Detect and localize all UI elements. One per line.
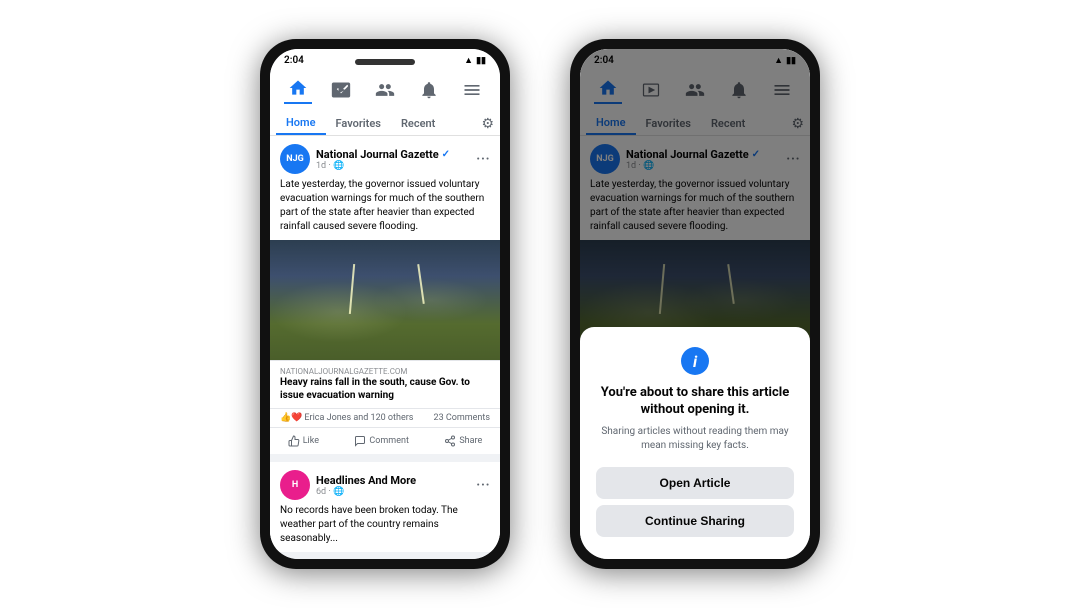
modal-sheet: i You're about to share this article wit… xyxy=(580,327,810,559)
modal-info-icon: i xyxy=(681,347,709,375)
time-left: 2:04 xyxy=(284,55,304,66)
post-meta-2: Headlines And More 6d · 🌐 xyxy=(316,474,470,497)
post-more-2[interactable]: ··· xyxy=(476,475,490,496)
reaction-icons-1: 👍❤️ Erica Jones and 120 others xyxy=(280,413,413,423)
modal-title: You're about to share this article witho… xyxy=(596,385,794,419)
status-bar-left: 2:04 ▲ ▮▮ xyxy=(270,49,500,70)
nav-video-icon[interactable] xyxy=(327,76,355,104)
navbar-left: Home Favorites Recent ⚙ xyxy=(270,70,500,136)
phone-left: 2:04 ▲ ▮▮ xyxy=(260,39,510,569)
verified-icon-1: ✓ xyxy=(442,149,450,160)
tab-favorites-left[interactable]: Favorites xyxy=(326,113,391,134)
post-author-2: Headlines And More xyxy=(316,474,470,487)
filter-icon-left[interactable]: ⚙ xyxy=(481,116,494,132)
post-reactions-1: 👍❤️ Erica Jones and 120 others 23 Commen… xyxy=(270,408,500,427)
post-link-title-1[interactable]: Heavy rains fall in the south, cause Gov… xyxy=(280,376,490,402)
post-text-1: Late yesterday, the governor issued volu… xyxy=(270,178,500,240)
post-actions-1: Like Comment Share xyxy=(270,427,500,454)
nav-people-icon[interactable] xyxy=(371,76,399,104)
post-link-source-1: NATIONALJOURNALGAZETTE.COM xyxy=(280,367,490,376)
nav-menu-icon[interactable] xyxy=(458,76,486,104)
avatar-njg-left: NJG xyxy=(280,144,310,174)
phone-right: 2:04 ▲ ▮▮ xyxy=(570,39,820,569)
tab-recent-left[interactable]: Recent xyxy=(391,113,445,134)
post-more-1[interactable]: ··· xyxy=(476,149,490,170)
tab-home-left[interactable]: Home xyxy=(276,112,326,135)
like-button-1[interactable]: Like xyxy=(280,432,327,450)
nav-icons-left xyxy=(276,70,494,108)
comment-button-1[interactable]: Comment xyxy=(346,432,416,450)
avatar-ham: H xyxy=(280,470,310,500)
post-meta-1: National Journal Gazette ✓ 1d · 🌐 xyxy=(316,148,470,171)
nav-bell-icon[interactable] xyxy=(415,76,443,104)
modal-subtitle: Sharing articles without reading them ma… xyxy=(596,425,794,453)
post-card-1: NJG National Journal Gazette ✓ 1d · 🌐 ··… xyxy=(270,136,500,454)
modal-overlay: i You're about to share this article wit… xyxy=(580,49,810,559)
post-header-1: NJG National Journal Gazette ✓ 1d · 🌐 ··… xyxy=(270,136,500,178)
status-icons-left: ▲ ▮▮ xyxy=(464,55,486,66)
post-time-1: 1d · 🌐 xyxy=(316,161,470,171)
post-header-2: H Headlines And More 6d · 🌐 ··· xyxy=(270,462,500,504)
post-text-2: No records have been broken today. The w… xyxy=(270,504,500,552)
comments-count-1: 23 Comments xyxy=(434,413,490,423)
share-button-1[interactable]: Share xyxy=(436,432,490,450)
post-image-1 xyxy=(270,240,500,360)
nav-tabs-left: Home Favorites Recent ⚙ xyxy=(276,108,494,135)
feed-left: NJG National Journal Gazette ✓ 1d · 🌐 ··… xyxy=(270,136,500,559)
post-author-1: National Journal Gazette ✓ xyxy=(316,148,470,161)
post-time-2: 6d · 🌐 xyxy=(316,487,470,497)
post-link-1: NATIONALJOURNALGAZETTE.COM Heavy rains f… xyxy=(270,360,500,408)
nav-home-icon[interactable] xyxy=(284,76,312,104)
open-article-button[interactable]: Open Article xyxy=(596,467,794,499)
post-card-2: H Headlines And More 6d · 🌐 ··· No recor… xyxy=(270,462,500,552)
continue-sharing-button[interactable]: Continue Sharing xyxy=(596,505,794,537)
